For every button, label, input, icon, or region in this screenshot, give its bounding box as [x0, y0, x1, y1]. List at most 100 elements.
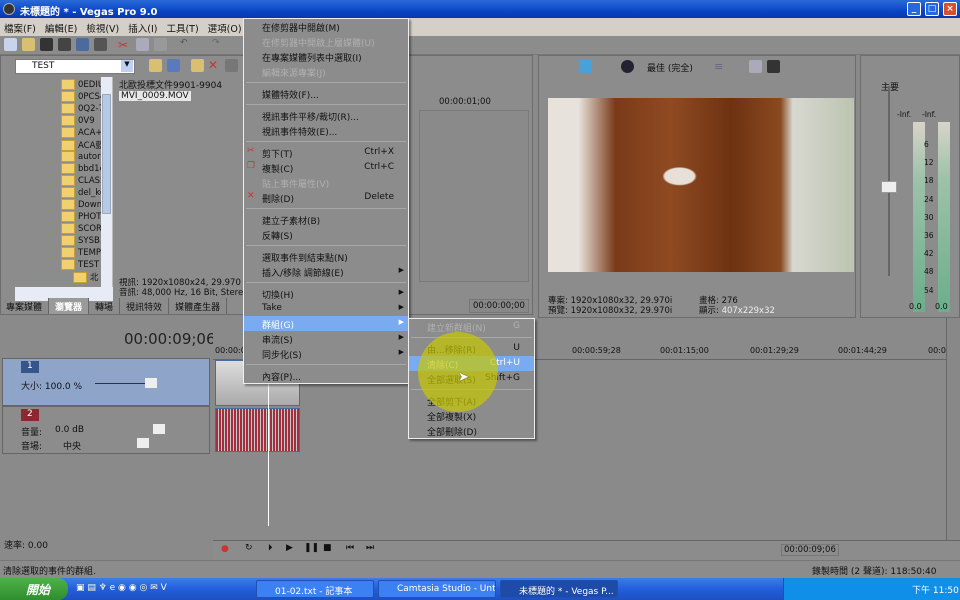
copy-snapshot-icon[interactable] [749, 60, 762, 73]
menu-item[interactable]: 視訊事件平移/裁切(R)... [244, 108, 408, 123]
go-to-end-icon[interactable]: ⏭ [366, 543, 374, 553]
meter-right [938, 122, 950, 312]
menu-file[interactable]: 檔案(F) [4, 21, 36, 35]
timeline-vertical-scrollbar[interactable] [946, 318, 960, 540]
delete-icon[interactable]: ✕ [208, 58, 218, 72]
menu-item[interactable]: 視訊事件特效(E)... [244, 123, 408, 138]
menu-item[interactable]: 內容(P)... [244, 368, 408, 383]
task-vegas[interactable]: 未標題的 * - Vegas P... [500, 580, 618, 598]
menu-item[interactable]: 群組(G) ▶ [244, 316, 408, 331]
views-icon[interactable] [225, 59, 238, 72]
video-track-header[interactable]: 1 大小: 100.0 % [2, 358, 210, 406]
preview-quality-dropdown[interactable]: 最佳 (完全) [647, 61, 693, 74]
refresh-icon[interactable] [167, 59, 180, 72]
menu-shortcut: Ctrl+X [364, 147, 394, 157]
minimize-button[interactable]: _ [907, 2, 921, 16]
menu-item[interactable]: 在修剪器中開啟(M) [244, 19, 408, 34]
save-as-icon[interactable] [58, 38, 71, 51]
menu-item[interactable]: 選取事件到結束點(N) [244, 249, 408, 264]
menu-item[interactable]: 全部刪除(D) [409, 423, 534, 438]
save-icon[interactable] [40, 38, 53, 51]
media-info: 視訊: 1920x1080x24, 29.970 fps 3 音訊: 48,00… [119, 278, 245, 298]
menu-view[interactable]: 檢視(V) [86, 21, 119, 35]
properties-icon[interactable] [94, 38, 107, 51]
scrollbar-thumb[interactable] [102, 94, 111, 214]
tab-media-generators[interactable]: 媒體產生器 [169, 298, 228, 314]
menu-shortcut: Delete [364, 192, 394, 202]
preview-mode-icon[interactable] [621, 60, 634, 73]
menu-item[interactable]: ✕ 刪除(D) Delete [244, 190, 408, 205]
menu-item[interactable]: 串流(S) ▶ [244, 331, 408, 346]
play-from-start-icon[interactable]: ⏵ [268, 543, 273, 553]
task-notepad[interactable]: 01-02.txt - 記事本 [256, 580, 374, 598]
menu-item[interactable]: 反轉(S) [244, 227, 408, 242]
level-slider-handle[interactable] [145, 378, 157, 388]
menu-tools[interactable]: 工具(T) [166, 21, 198, 35]
render-icon[interactable] [76, 38, 89, 51]
audio-track-header[interactable]: 2 音量: 0.0 dB 音場: 中央 [2, 406, 210, 454]
menu-item-label: 反轉(S) [262, 232, 293, 242]
submenu-arrow-icon: ▶ [398, 288, 404, 296]
tab-explorer[interactable]: 瀏覽器 [49, 298, 90, 314]
title-bar: 未標題的 * - Vegas Pro 9.0 _ □ × [0, 0, 960, 18]
go-to-start-icon[interactable]: ⏮ [346, 543, 354, 553]
submenu-arrow-icon: ▶ [398, 348, 404, 356]
menu-item[interactable]: ❐ 複製(C) Ctrl+C [244, 160, 408, 175]
overlays-icon[interactable]: ≡ [714, 60, 727, 73]
menu-item[interactable]: 全部複製(X) [409, 408, 534, 423]
taskbar: 開始 ▣ ▤ ♆ e ◉ ◉ ◎ ✉ V 01-02.txt - 記事本 Cam… [0, 578, 960, 600]
pause-icon[interactable]: ❚❚ [304, 543, 319, 553]
menu-item[interactable]: 切換(H) ▶ [244, 286, 408, 301]
new-icon[interactable] [4, 38, 17, 51]
start-button[interactable]: 開始 [0, 578, 68, 600]
close-button[interactable]: × [943, 2, 957, 16]
new-folder-icon[interactable] [191, 59, 204, 72]
redo-icon[interactable]: ↷ [212, 38, 225, 51]
menu-shortcut: U [513, 343, 520, 353]
audio-event[interactable] [215, 408, 300, 452]
stop-icon[interactable]: ■ [323, 543, 332, 553]
menu-item[interactable]: 在專案媒體列表中選取(I) [244, 49, 408, 64]
record-icon[interactable]: ● [221, 544, 229, 554]
tab-transitions[interactable]: 轉場 [89, 298, 121, 314]
menu-item[interactable]: 媒體特效(F)... [244, 86, 408, 101]
menu-item[interactable]: Take ▶ [244, 301, 408, 316]
menu-edit[interactable]: 編輯(E) [45, 21, 77, 35]
menu-item-label: 媒體特效(F)... [262, 91, 319, 101]
folder-tree: 0EDIU 0PCS4 0Q2-7 0V9 ACA+ ACA藍 autoru b… [15, 77, 113, 287]
meter-scale-tick: 12 [924, 158, 934, 168]
up-folder-icon[interactable] [149, 59, 162, 72]
master-fader-handle[interactable] [881, 181, 897, 193]
loop-icon[interactable]: ↻ [245, 543, 253, 553]
menu-separator [246, 282, 406, 283]
menu-insert[interactable]: 插入(I) [128, 21, 157, 35]
chevron-down-icon[interactable]: ▼ [121, 60, 133, 72]
play-icon[interactable]: ▶ [286, 543, 293, 553]
save-snapshot-icon[interactable] [767, 60, 780, 73]
paste-icon[interactable] [154, 38, 167, 51]
tab-video-fx[interactable]: 視訊特效 [120, 298, 170, 314]
volume-slider-handle[interactable] [153, 424, 165, 434]
trimmer-area[interactable] [419, 110, 529, 282]
copy-icon[interactable] [136, 38, 149, 51]
menu-item[interactable]: 插入/移除 調節線(E) ▶ [244, 264, 408, 279]
task-camtasia[interactable]: Camtasia Studio - Unti... [378, 580, 496, 598]
open-icon[interactable] [22, 38, 35, 51]
path-dropdown[interactable]: TEST ▼ [15, 59, 135, 74]
menu-item-label: 同步化(S) [262, 351, 302, 361]
menu-separator [246, 208, 406, 209]
menu-item[interactable]: 同步化(S) ▶ [244, 346, 408, 361]
maximize-button[interactable]: □ [925, 2, 939, 16]
undo-icon[interactable]: ↶ [180, 38, 193, 51]
pan-slider-handle[interactable] [137, 438, 149, 448]
file-item-mov[interactable]: MVI_0009.MOV [119, 91, 191, 101]
file-item-folder[interactable]: 北歐投標文件9901-9904 [119, 78, 222, 91]
menu-item[interactable]: ✂ 剪下(T) Ctrl+X [244, 145, 408, 160]
mouse-cursor-icon: ➤ [458, 370, 469, 385]
tab-project-media[interactable]: 專案媒體 [0, 298, 50, 314]
external-monitor-icon[interactable] [579, 60, 592, 73]
meter-scale-tick: 42 [924, 249, 934, 259]
menu-item[interactable]: 建立子素材(B) [244, 212, 408, 227]
menu-options[interactable]: 選項(O) [208, 21, 242, 35]
cut-icon[interactable]: ✂ [118, 38, 131, 52]
